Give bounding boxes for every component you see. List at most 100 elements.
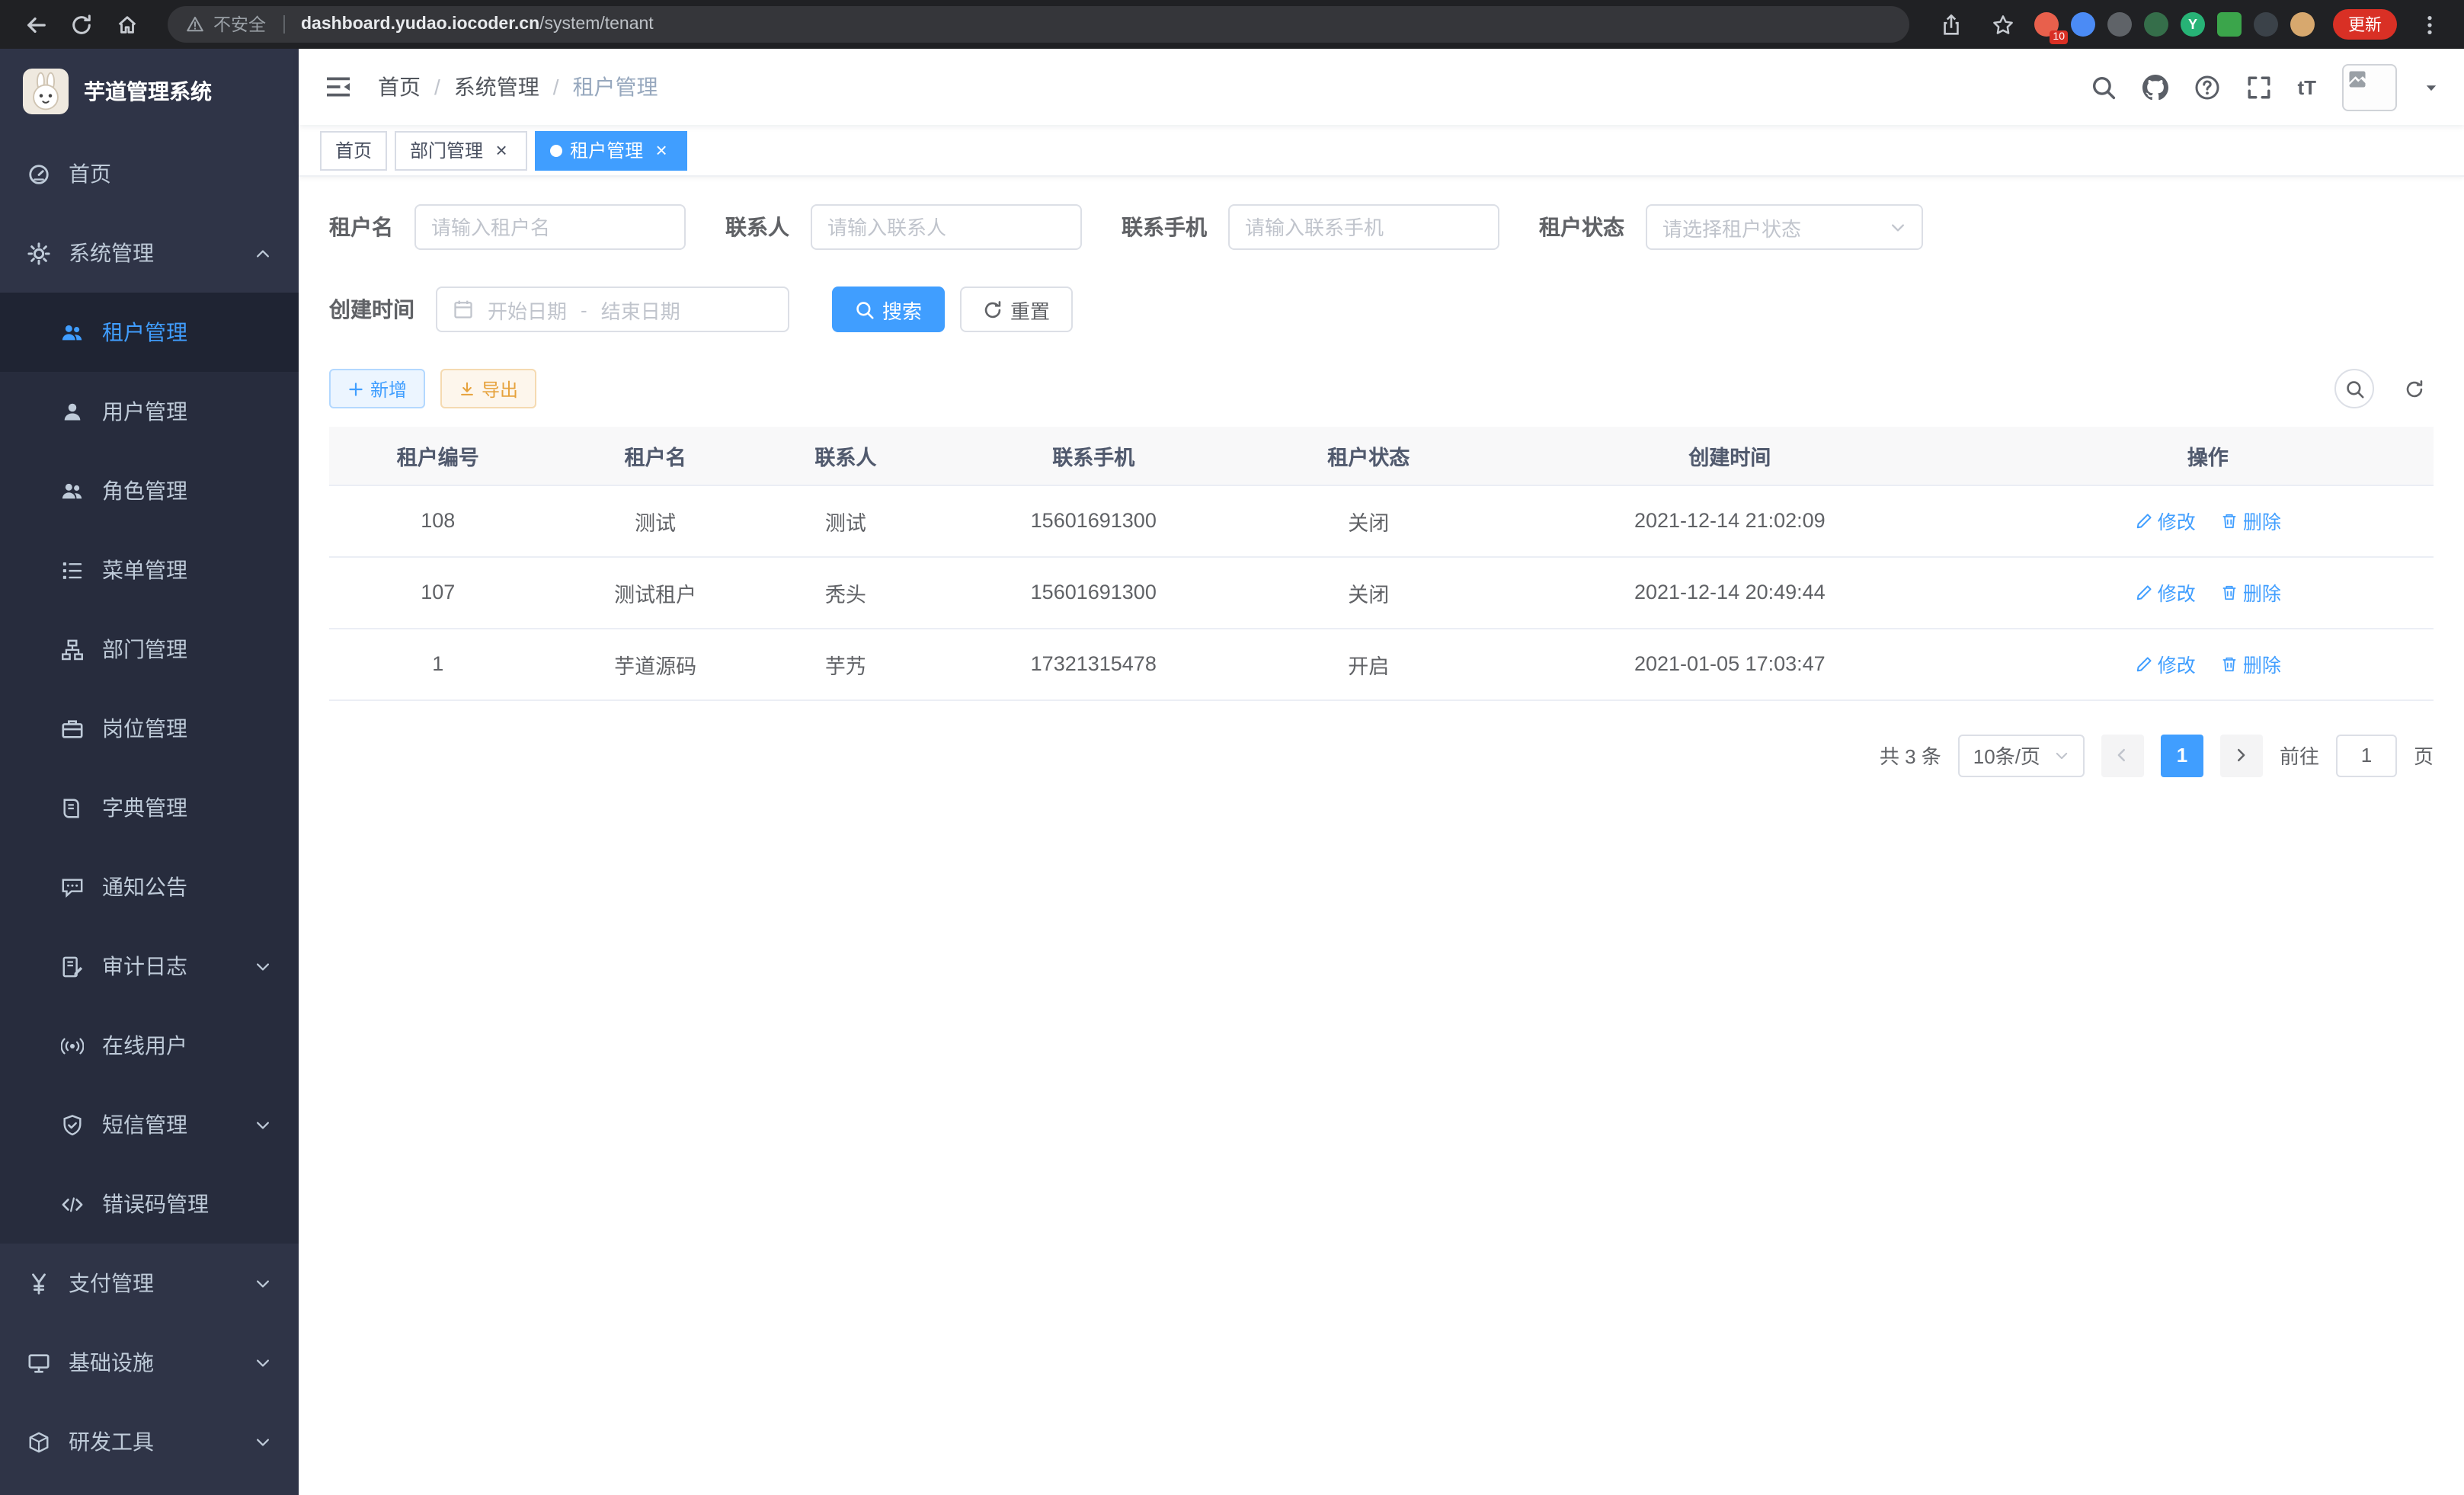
- extension-red-dots[interactable]: 10: [2034, 12, 2059, 37]
- browser-update-button[interactable]: 更新: [2333, 9, 2397, 40]
- edit-button[interactable]: 修改: [2135, 506, 2196, 535]
- sidebar-item-role[interactable]: 角色管理: [0, 451, 299, 530]
- tab-home[interactable]: 首页: [320, 130, 387, 170]
- extension-badge: 10: [2050, 30, 2068, 44]
- sidebar-item-dept[interactable]: 部门管理: [0, 610, 299, 689]
- sidebar-item-errcode[interactable]: 错误码管理: [0, 1164, 299, 1244]
- edit-button[interactable]: 修改: [2135, 578, 2196, 607]
- sidebar-item-user[interactable]: 用户管理: [0, 372, 299, 451]
- browser-refresh-button[interactable]: [61, 5, 101, 44]
- sidebar-item-home[interactable]: 首页: [0, 134, 299, 213]
- cell-contact: 秃头: [764, 556, 927, 628]
- url-host: dashboard.yudao.iocoder.cn: [301, 15, 539, 34]
- create-time-label: 创建时间: [329, 294, 414, 325]
- code-icon: [61, 1192, 84, 1215]
- create-time-range-picker[interactable]: 开始日期 - 结束日期: [436, 287, 789, 332]
- cell-tenant-name: 芋道源码: [546, 628, 763, 699]
- cell-phone: 15601691300: [927, 485, 1260, 556]
- search-button[interactable]: 搜索: [832, 287, 945, 332]
- extension-blue-drop[interactable]: [2071, 12, 2095, 37]
- navbar-actions: tT: [2090, 63, 2440, 110]
- add-button[interactable]: 新增: [329, 369, 425, 408]
- next-page-button[interactable]: [2220, 734, 2263, 776]
- search-icon[interactable]: [2090, 74, 2116, 100]
- extension-green-square[interactable]: [2217, 12, 2242, 37]
- sidebar-item-system[interactable]: 系统管理: [0, 213, 299, 293]
- close-tab-icon[interactable]: ×: [651, 139, 672, 161]
- browser-back-button[interactable]: [15, 5, 55, 44]
- tab-tenant[interactable]: 租户管理×: [535, 130, 687, 170]
- page-size-select[interactable]: 10条/页: [1958, 734, 2085, 776]
- tab-label: 部门管理: [410, 137, 483, 163]
- monitor-icon: [27, 1351, 50, 1374]
- github-icon[interactable]: [2142, 74, 2168, 100]
- sidebar-item-log[interactable]: 审计日志: [0, 927, 299, 1006]
- app-window: 不安全 dashboard.yudao.iocoder.cn/system/te…: [0, 0, 2464, 1495]
- toggle-search-button[interactable]: [2334, 369, 2374, 408]
- bubble-icon: [61, 876, 84, 898]
- app-logo[interactable]: 芋道管理系统: [0, 49, 299, 134]
- fullscreen-icon[interactable]: [2245, 74, 2271, 100]
- sidebar-item-label: 首页: [69, 158, 271, 189]
- tenant-name-label: 租户名: [329, 212, 393, 242]
- sidebar-item-infra[interactable]: 基础设施: [0, 1323, 299, 1402]
- reset-button[interactable]: 重置: [960, 287, 1073, 332]
- browser-home-button[interactable]: [107, 5, 146, 44]
- extension-dark-plug[interactable]: [2254, 12, 2278, 37]
- caret-down-icon[interactable]: [2423, 78, 2440, 95]
- browser-menu-icon[interactable]: [2409, 5, 2449, 44]
- broken-image-icon: [2347, 68, 2368, 89]
- column-header: 联系手机: [927, 427, 1260, 485]
- goto-page-input[interactable]: [2336, 734, 2397, 776]
- tenant-status-select[interactable]: 请选择租户状态: [1646, 204, 1923, 250]
- pagination-total: 共 3 条: [1880, 741, 1941, 770]
- sidebar-item-tools[interactable]: 研发工具: [0, 1402, 299, 1481]
- sidebar-item-dict[interactable]: 字典管理: [0, 768, 299, 847]
- delete-button[interactable]: 删除: [2220, 506, 2281, 535]
- signal-icon: [61, 1034, 84, 1057]
- phone-input[interactable]: [1228, 204, 1499, 250]
- tab-dept[interactable]: 部门管理 ×: [395, 130, 527, 170]
- cell-phone: 17321315478: [927, 628, 1260, 699]
- avatar[interactable]: [2342, 63, 2397, 110]
- refresh-table-button[interactable]: [2394, 369, 2434, 408]
- sidebar-item-post[interactable]: 岗位管理: [0, 689, 299, 768]
- sidebar-item-pay[interactable]: 支付管理: [0, 1244, 299, 1323]
- close-tab-icon[interactable]: ×: [491, 139, 512, 161]
- share-icon[interactable]: [1931, 5, 1970, 44]
- contact-input[interactable]: [811, 204, 1082, 250]
- sidebar-item-tenant[interactable]: 租户管理: [0, 293, 299, 372]
- browser-address-bar[interactable]: 不安全 dashboard.yudao.iocoder.cn/system/te…: [168, 6, 1909, 43]
- extension-green-circle[interactable]: Y: [2181, 12, 2205, 37]
- status-label: 租户状态: [1539, 212, 1624, 242]
- sidebar-item-online[interactable]: 在线用户: [0, 1006, 299, 1085]
- tenant-name-input[interactable]: [414, 204, 686, 250]
- sidebar-item-label: 错误码管理: [102, 1189, 271, 1219]
- edit-button[interactable]: 修改: [2135, 649, 2196, 678]
- prev-page-button[interactable]: [2101, 734, 2144, 776]
- profile-avatar[interactable]: [2290, 12, 2315, 37]
- sidebar-item-label: 基础设施: [69, 1347, 236, 1378]
- column-header: 联系人: [764, 427, 927, 485]
- sidebar-item-sms[interactable]: 短信管理: [0, 1085, 299, 1164]
- delete-button[interactable]: 删除: [2220, 649, 2281, 678]
- breadcrumb-item[interactable]: 系统管理: [454, 72, 539, 102]
- delete-button[interactable]: 删除: [2220, 578, 2281, 607]
- export-button[interactable]: 导出: [440, 369, 536, 408]
- docs-help-icon[interactable]: [2194, 74, 2219, 100]
- chevron-down-icon: [254, 1275, 271, 1292]
- extension-dark-sphere[interactable]: [2107, 12, 2132, 37]
- sidebar-item-menu[interactable]: 菜单管理: [0, 530, 299, 610]
- breadcrumb-item[interactable]: 首页: [378, 72, 421, 102]
- sidebar-item-notice[interactable]: 通知公告: [0, 847, 299, 927]
- bookmark-star-icon[interactable]: [1982, 5, 2022, 44]
- phone-label: 联系手机: [1122, 212, 1207, 242]
- date-start-placeholder: 开始日期: [488, 295, 567, 324]
- font-size-icon[interactable]: tT: [2297, 75, 2316, 98]
- chevron-down-icon: [254, 1116, 271, 1133]
- sidebar-toggle-button[interactable]: [323, 72, 354, 102]
- users-icon: [61, 479, 84, 502]
- shield-icon: [61, 1113, 84, 1136]
- extension-dark-green[interactable]: [2144, 12, 2168, 37]
- page-number-button[interactable]: 1: [2161, 734, 2203, 776]
